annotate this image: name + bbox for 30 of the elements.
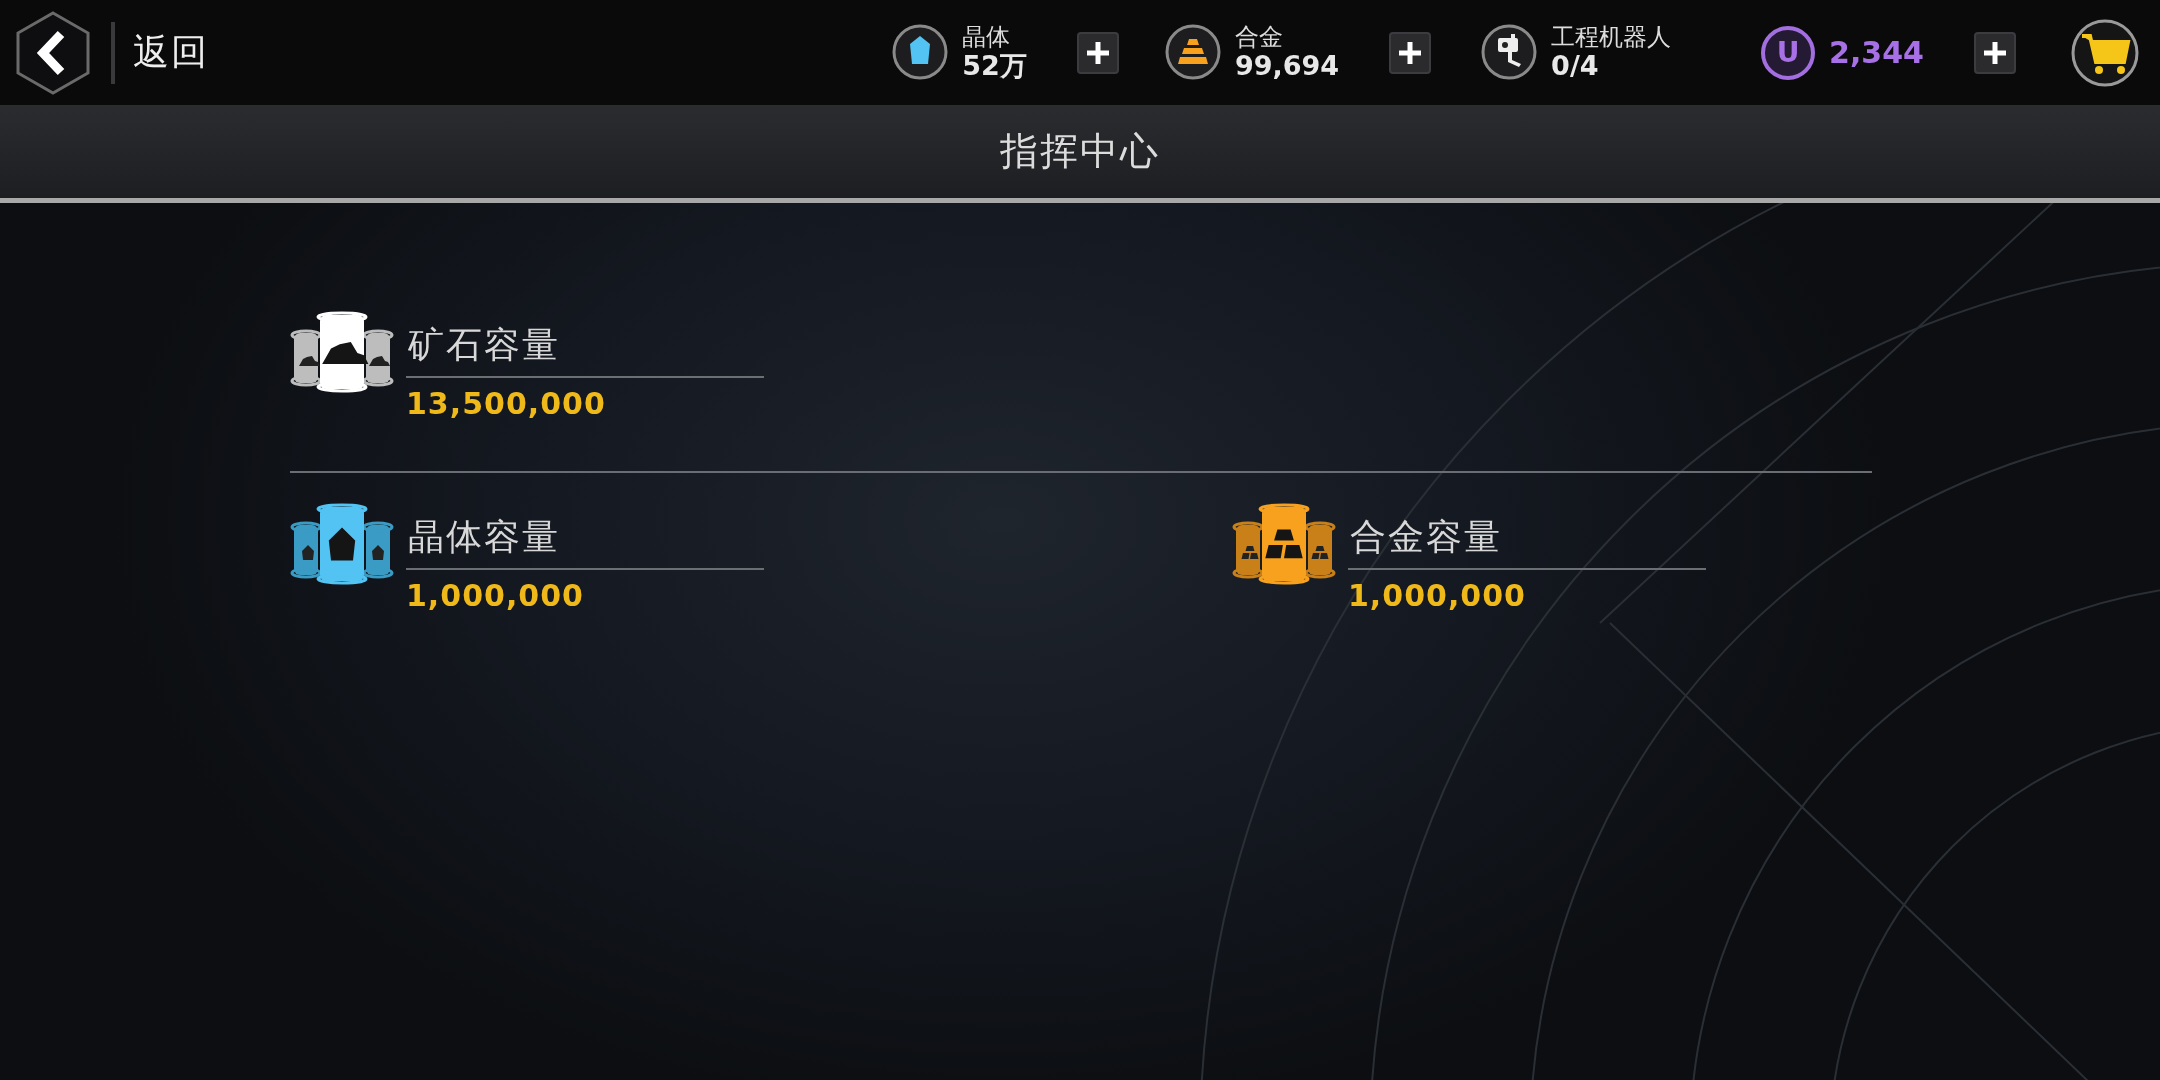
capacity-value: 13,500,000 [406, 386, 607, 421]
barrel-icon [290, 501, 394, 587]
page-title: 指挥中心 [1000, 128, 1160, 175]
capacity-value: 1,000,000 [1348, 578, 1527, 613]
resource-name: 晶体 [962, 24, 1012, 51]
capacity-value: 1,000,000 [406, 578, 585, 613]
add-button[interactable] [1389, 31, 1432, 74]
resource-name: 工程机器人 [1551, 24, 1672, 51]
add-button[interactable] [1974, 31, 2016, 74]
plus-icon [1982, 39, 2008, 66]
resource-name: 合金 [1234, 24, 1284, 51]
resource-amount: 99,694 [1234, 50, 1340, 81]
robot-icon [1481, 24, 1538, 81]
resource-amount: 52万 [962, 50, 1027, 81]
back-label[interactable]: 返回 [133, 28, 209, 77]
plus-icon [1084, 39, 1111, 66]
cart-button[interactable] [2070, 17, 2140, 88]
plus-icon [1397, 39, 1424, 66]
add-button[interactable] [1076, 31, 1119, 74]
capacity-label: 晶体容量 [406, 513, 764, 570]
coin-amount: 2,344 [1829, 35, 1924, 70]
barrel-icon [290, 309, 394, 395]
barrel-icon [1232, 501, 1336, 587]
coin-symbol: U [1761, 25, 1816, 80]
resource-amount: 0/4 [1551, 50, 1600, 81]
alloy-icon [1164, 24, 1221, 81]
crystal-icon [892, 24, 949, 81]
back-button[interactable] [15, 9, 91, 96]
capacity-label: 合金容量 [1348, 513, 1706, 570]
capacity-label: 矿石容量 [406, 321, 764, 378]
